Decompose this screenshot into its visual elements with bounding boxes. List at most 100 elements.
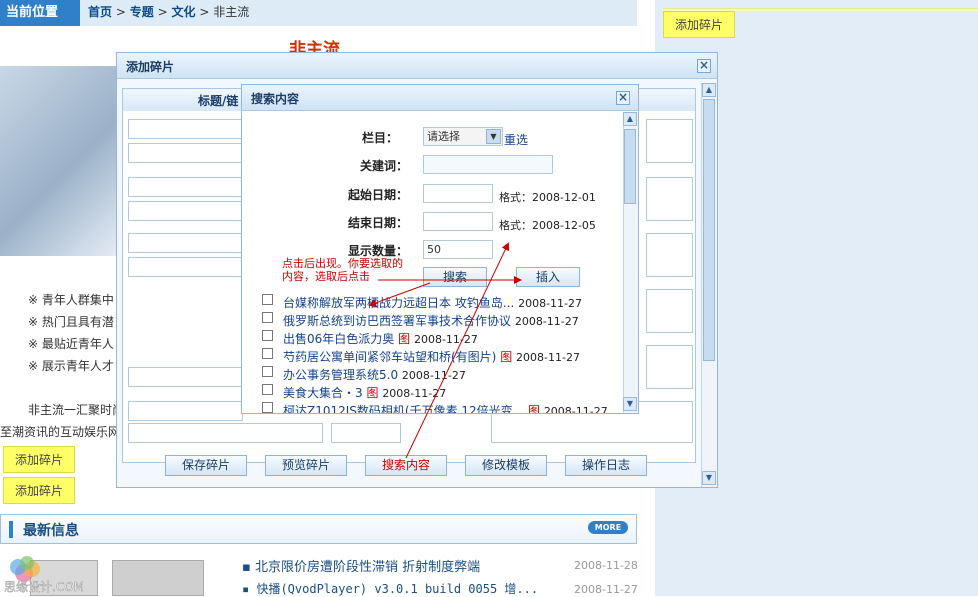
fragment-field[interactable] bbox=[128, 119, 243, 139]
close-icon[interactable]: × bbox=[616, 91, 630, 105]
dialog-title: 搜索内容 bbox=[251, 92, 300, 106]
more-button[interactable]: MORE bbox=[588, 521, 628, 534]
search-content-button[interactable]: 搜索内容 bbox=[365, 455, 447, 476]
result-item[interactable]: 芍药居公寓单间紧邻车站望和桥(有图片) 图 2008-11-27 bbox=[283, 348, 580, 365]
news-link[interactable]: ▪ 快播(QvodPlayer) v3.0.1 build 0055 增... bbox=[242, 580, 538, 597]
dialog-titlebar[interactable]: 搜索内容 × bbox=[242, 85, 638, 111]
result-item[interactable]: 台媒称解放军两栖战力远超日本 攻钓鱼岛... 2008-11-27 bbox=[283, 294, 582, 311]
result-date: 2008-11-27 bbox=[413, 333, 478, 346]
section-marker bbox=[9, 521, 13, 538]
add-fragment-button[interactable]: 添加碎片 bbox=[3, 477, 75, 504]
news-date: 2008-11-27 bbox=[574, 583, 638, 596]
result-title[interactable]: 出售06年白色派力奥 bbox=[283, 332, 394, 346]
column-select[interactable]: 请选择 ▼ bbox=[423, 127, 503, 146]
count-input[interactable]: 50 bbox=[423, 240, 493, 259]
scroll-thumb[interactable] bbox=[624, 129, 636, 204]
result-checkbox[interactable] bbox=[262, 330, 273, 341]
fragment-field[interactable] bbox=[646, 233, 693, 277]
result-checkbox[interactable] bbox=[262, 384, 273, 395]
result-item-clip: 柯达Z1012IS数码相机(千万像素 12倍光变... 图 2008-11-27 bbox=[242, 399, 622, 413]
fragment-field[interactable] bbox=[646, 177, 693, 221]
dialog-titlebar[interactable]: 添加碎片 × bbox=[117, 53, 717, 79]
result-date: 2008-11-27 bbox=[518, 297, 583, 310]
news-title[interactable]: 北京限价房遭阶段性滞销 折射制度弊端 bbox=[255, 560, 480, 575]
feature-bullet: ※ 最贴近青年人 bbox=[28, 337, 114, 351]
breadcrumb-current: 非主流 bbox=[213, 5, 250, 19]
fragment-field[interactable] bbox=[128, 201, 243, 221]
result-title[interactable]: 办公事务管理系统5.0 bbox=[283, 368, 398, 382]
column-select-value: 请选择 bbox=[427, 130, 460, 143]
latest-info-title: 最新信息 bbox=[23, 523, 79, 539]
start-date-input[interactable] bbox=[423, 184, 493, 203]
fragment-field[interactable] bbox=[128, 143, 243, 163]
scroll-up-icon[interactable]: ▲ bbox=[623, 112, 637, 126]
add-fragment-button[interactable]: 添加碎片 bbox=[3, 446, 75, 473]
image-marker: 图 bbox=[366, 386, 379, 400]
end-date-label: 结束日期： bbox=[347, 216, 408, 230]
add-fragment-button-right[interactable]: 添加碎片 bbox=[663, 11, 735, 38]
edit-template-button[interactable]: 修改模板 bbox=[465, 455, 547, 476]
fragment-field[interactable] bbox=[128, 367, 243, 387]
result-date: 2008-11-27 bbox=[516, 351, 580, 364]
breadcrumb-home-link[interactable]: 首页 bbox=[88, 5, 112, 19]
result-title[interactable]: 美食大集合・3 bbox=[283, 386, 363, 400]
save-fragment-button[interactable]: 保存碎片 bbox=[165, 455, 247, 476]
annotation-line: 点击后出现。你要选取的 bbox=[282, 257, 403, 270]
result-item[interactable]: 俄罗斯总统到访巴西签署军事技术合作协议 2008-11-27 bbox=[283, 312, 579, 329]
result-item[interactable]: 柯达Z1012IS数码相机(千万像素 12倍光变... 图 2008-11-27 bbox=[283, 402, 608, 413]
feature-photo bbox=[0, 66, 120, 256]
dialog-title: 添加碎片 bbox=[126, 60, 175, 74]
result-title[interactable]: 台媒称解放军两栖战力远超日本 攻钓鱼岛... bbox=[283, 296, 514, 310]
feature-bullet: ※ 青年人群集中 bbox=[28, 293, 114, 307]
result-title[interactable]: 芍药居公寓单间紧邻车站望和桥(有图片) bbox=[283, 350, 496, 364]
result-date: 2008-11-27 bbox=[401, 369, 466, 382]
result-checkbox[interactable] bbox=[262, 402, 273, 413]
operation-log-button[interactable]: 操作日志 bbox=[565, 455, 647, 476]
feature-bullet: ※ 热门且具有潜 bbox=[28, 315, 114, 329]
fragment-field[interactable] bbox=[128, 177, 243, 197]
breadcrumb-culture-link[interactable]: 文化 bbox=[171, 5, 195, 19]
chevron-down-icon[interactable]: ▼ bbox=[486, 129, 501, 144]
scroll-up-icon[interactable]: ▲ bbox=[702, 83, 716, 97]
search-button[interactable]: 搜索 bbox=[423, 267, 487, 287]
result-item[interactable]: 办公事务管理系统5.0 2008-11-27 bbox=[283, 366, 466, 383]
result-title[interactable]: 俄罗斯总统到访巴西签署军事技术合作协议 bbox=[283, 314, 511, 328]
image-marker: 图 bbox=[398, 332, 411, 346]
result-checkbox[interactable] bbox=[262, 366, 273, 377]
fragment-field[interactable] bbox=[128, 233, 243, 253]
reset-link[interactable]: 重选 bbox=[504, 131, 528, 148]
scroll-down-icon[interactable]: ▼ bbox=[623, 397, 637, 411]
watermark-logo: 思缘设计.COM bbox=[4, 556, 84, 594]
end-date-input[interactable] bbox=[423, 212, 493, 231]
fragment-field[interactable] bbox=[646, 289, 693, 333]
result-item[interactable]: 出售06年白色派力奥 图 2008-11-27 bbox=[283, 330, 478, 347]
scroll-down-icon[interactable]: ▼ bbox=[702, 471, 716, 485]
breadcrumb: 首页 > 专题 > 文化 > 非主流 bbox=[88, 0, 249, 26]
breadcrumb-label: 当前位置 bbox=[0, 0, 80, 26]
result-checkbox[interactable] bbox=[262, 348, 273, 359]
preview-fragment-button[interactable]: 预览碎片 bbox=[265, 455, 347, 476]
fragment-field[interactable] bbox=[128, 423, 323, 443]
fragment-field[interactable] bbox=[646, 119, 693, 163]
result-checkbox[interactable] bbox=[262, 312, 273, 323]
news-link[interactable]: ▪ 北京限价房遭阶段性滞销 折射制度弊端 bbox=[242, 556, 480, 575]
breadcrumb-separator: > bbox=[199, 5, 210, 19]
insert-button[interactable]: 插入 bbox=[516, 267, 580, 287]
breadcrumb-separator: > bbox=[157, 5, 168, 19]
start-date-label: 起始日期： bbox=[347, 188, 408, 202]
news-date: 2008-11-28 bbox=[574, 559, 638, 572]
keyword-input[interactable] bbox=[423, 155, 553, 174]
result-title[interactable]: 柯达Z1012IS数码相机(千万像素 12倍光变... bbox=[283, 404, 524, 413]
fragment-field[interactable] bbox=[331, 423, 401, 443]
image-marker: 图 bbox=[500, 350, 513, 364]
result-date: 2008-11-27 bbox=[543, 405, 608, 413]
result-checkbox[interactable] bbox=[262, 294, 273, 305]
fragment-field[interactable] bbox=[646, 345, 693, 389]
result-date: 2008-11-27 bbox=[514, 315, 579, 328]
fragment-field[interactable] bbox=[128, 401, 243, 421]
scroll-thumb[interactable] bbox=[703, 99, 715, 361]
news-title[interactable]: 快播(QvodPlayer) v3.0.1 build 0055 增... bbox=[256, 582, 538, 596]
fragment-field[interactable] bbox=[128, 257, 243, 277]
breadcrumb-topic-link[interactable]: 专题 bbox=[130, 5, 154, 19]
close-icon[interactable]: × bbox=[697, 59, 711, 73]
